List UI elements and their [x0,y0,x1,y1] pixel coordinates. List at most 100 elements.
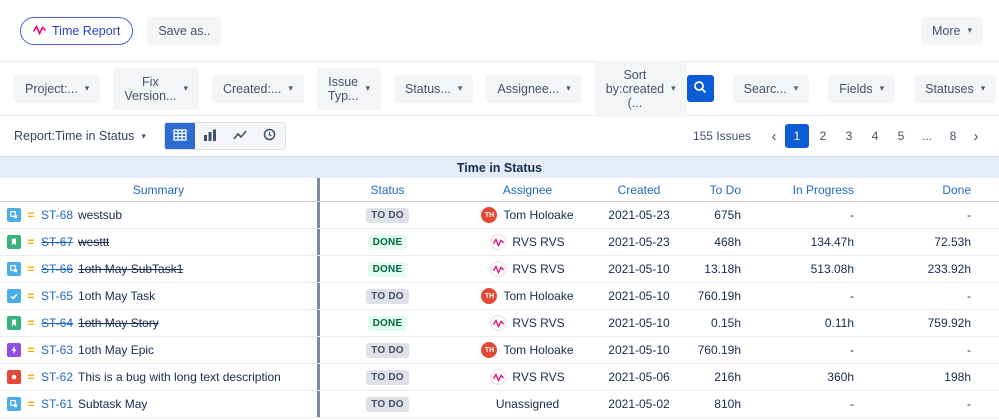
chevron-down-icon: ▾ [793,83,799,93]
page-button-3[interactable]: 3 [837,124,861,148]
filter-label: Sort by:created (... [605,67,665,110]
line-chart-view-button[interactable] [225,123,255,149]
chevron-down-icon: ▾ [566,83,571,93]
created-cell: 2021-05-23 [608,235,670,249]
page-button-4[interactable]: 4 [863,124,887,148]
assignee-avatar [490,234,507,250]
done-hours-cell: - [967,343,971,357]
status-cell: DONE [320,256,455,282]
column-header-todo[interactable]: To Do [678,178,755,201]
fields-label: Fields [839,81,873,96]
created-cell: 2021-05-10 [608,343,670,357]
issue-type-icon [7,397,21,411]
filter-label: Assignee... [497,81,560,96]
column-header-summary[interactable]: Summary [0,178,320,201]
bar-chart-view-button[interactable] [195,123,225,149]
time-report-button[interactable]: Time Report [20,16,134,45]
status-badge: TO DO [366,288,409,304]
issue-key-link[interactable]: ST-66 [41,262,73,276]
chevron-down-icon: ▾ [879,83,885,93]
status-cell: DONE [320,310,455,336]
in-progress-hours-cell: - [850,397,854,411]
status-cell: DONE [320,229,455,255]
report-bar-right: 155 Issues ‹ 1 2 3 4 5 ... 8 › [693,124,985,148]
status-badge: DONE [367,315,408,331]
summary-cell: = ST-61 Subtask May [0,391,320,417]
table-row: = ST-68 westsub TO DO TH Tom Holoake 202… [0,202,999,229]
table-grid-icon [173,128,187,144]
filter-project[interactable]: Project:... ▾ [14,74,101,103]
assignee-name: RVS RVS [512,262,565,276]
report-select-label: Report:Time in Status [14,129,135,143]
issue-type-icon [7,343,21,357]
page-button-1[interactable]: 1 [785,124,809,148]
issue-key-link[interactable]: ST-62 [41,370,73,384]
report-bar: Report:Time in Status ▾ 155 Issues ‹ 1 2… [0,116,999,156]
column-header-status[interactable]: Status [320,178,455,201]
issue-summary: 1oth May Task [78,289,156,303]
filter-sort-by[interactable]: Sort by:created (... ▾ [594,60,687,117]
status-cell: TO DO [320,364,455,390]
in-progress-hours-cell: 134.47h [810,235,854,249]
statuses-button[interactable]: Statuses ▾ [914,74,997,103]
fields-button[interactable]: Fields ▾ [828,74,896,103]
priority-medium-icon: = [27,208,35,222]
assignee-cell: RVS RVS [455,310,600,336]
filter-right-group: Searc... ▾ Fields ▾ Statuses ▾ [686,74,997,103]
issue-type-icon [7,262,21,276]
save-as-button[interactable]: Save as.. [147,16,222,45]
filter-issue-type[interactable]: Issue Typ... ▾ [316,67,381,110]
column-header-done[interactable]: Done [880,178,999,201]
prev-page-icon[interactable]: ‹ [765,128,783,145]
column-header-in-progress[interactable]: In Progress [755,178,880,201]
assignee-name: RVS RVS [512,370,565,384]
issue-type-icon [7,316,21,330]
issue-key-link[interactable]: ST-61 [41,397,73,411]
in-progress-hours-cell: - [850,208,854,222]
search-dropdown[interactable]: Searc... ▾ [732,74,810,103]
status-badge: DONE [367,261,408,277]
issue-summary: westtt [78,235,110,249]
assignee-name: RVS RVS [512,316,565,330]
assignee-avatar [490,261,507,277]
time-view-button[interactable] [255,123,285,149]
assignee-avatar [490,315,507,331]
filter-status[interactable]: Status... ▾ [393,74,474,103]
column-header-assignee[interactable]: Assignee [455,178,600,201]
filter-created[interactable]: Created:... ▾ [211,74,304,103]
rvs-logo-icon [32,24,47,38]
issue-key-link[interactable]: ST-65 [41,289,73,303]
page-button-5[interactable]: 5 [889,124,913,148]
filter-label: Fix Version... [124,74,177,103]
issue-key-link[interactable]: ST-63 [41,343,73,357]
created-cell: 2021-05-10 [608,316,670,330]
report-select[interactable]: Report:Time in Status ▾ [14,125,146,147]
in-progress-hours-cell: 360h [827,370,854,384]
table-view-button[interactable] [164,123,195,149]
search-dropdown-label: Searc... [743,81,787,96]
issue-key-link[interactable]: ST-68 [41,208,73,222]
issue-key-link[interactable]: ST-67 [41,235,73,249]
assignee-avatar: TH [481,207,498,223]
filter-assignee[interactable]: Assignee... ▾ [486,74,582,103]
issue-summary: westsub [78,208,123,222]
chevron-down-icon: ▾ [967,25,972,35]
time-report-label: Time Report [52,23,121,38]
assignee-avatar: TH [481,288,498,304]
assignee-cell: TH Tom Holoake [455,337,600,363]
search-button[interactable] [686,75,714,102]
next-page-icon[interactable]: › [967,128,985,145]
done-hours-cell: 233.92h [927,262,971,276]
in-progress-hours-cell: - [850,289,854,303]
page-button-2[interactable]: 2 [811,124,835,148]
filter-fix-version[interactable]: Fix Version... ▾ [113,67,199,110]
chevron-down-icon: ▾ [457,83,463,93]
assignee-name: Tom Holoake [503,208,574,222]
page-button-8[interactable]: 8 [941,124,965,148]
issue-summary: 1oth May Epic [78,343,155,357]
issue-type-icon [7,289,21,303]
save-as-label: Save as.. [158,23,211,38]
issue-key-link[interactable]: ST-64 [41,316,73,330]
more-button[interactable]: More ▾ [920,16,983,45]
column-header-created[interactable]: Created [600,178,678,201]
